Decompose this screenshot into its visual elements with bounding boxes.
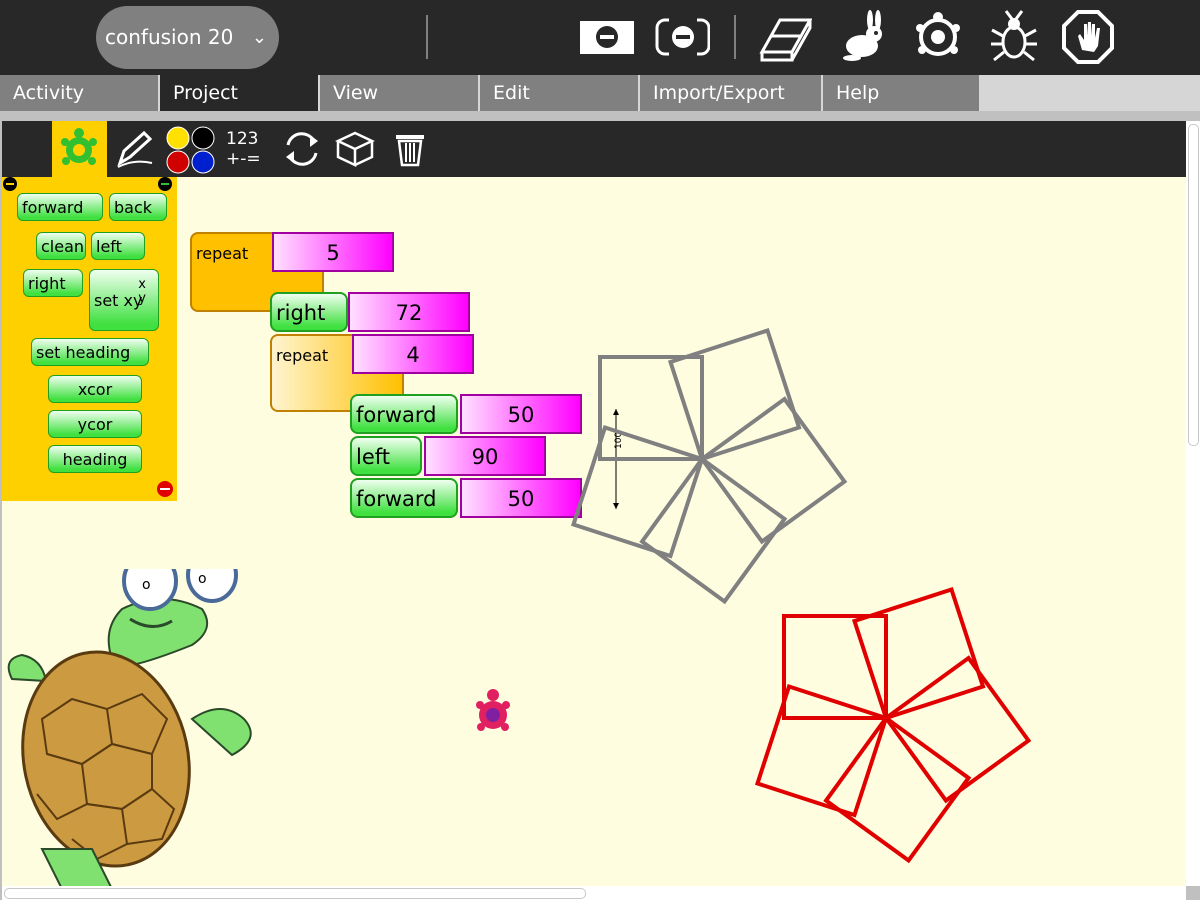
red-pinwheel-drawing xyxy=(754,586,1032,864)
drawn-square xyxy=(823,715,972,864)
tab-edit[interactable]: Edit xyxy=(480,75,640,111)
tab-activity[interactable]: Activity xyxy=(0,75,160,111)
hide-blocks-icon[interactable] xyxy=(654,8,711,66)
turtle-mascot-illustration: o o xyxy=(2,541,272,886)
tab-import-export[interactable]: Import/Export xyxy=(640,75,823,111)
toolbar-separator xyxy=(734,15,736,59)
turtle-sprite[interactable] xyxy=(474,687,512,739)
svg-text:o: o xyxy=(198,571,207,587)
activity-name-text: confusion 20 xyxy=(105,25,234,49)
drawn-square xyxy=(883,655,1032,804)
tab-view[interactable]: View xyxy=(320,75,480,111)
bug-debug-icon[interactable] xyxy=(986,8,1042,66)
drawn-square xyxy=(851,586,986,721)
svg-text:o: o xyxy=(142,577,151,593)
tab-help[interactable]: Help xyxy=(823,75,981,111)
drawn-square xyxy=(667,327,802,462)
drawn-square xyxy=(754,683,889,818)
chevron-down-icon[interactable]: ⌄ xyxy=(252,6,267,69)
vertical-scrollbar-thumb[interactable] xyxy=(1188,124,1199,446)
drawn-square xyxy=(570,424,705,559)
hide-palette-icon[interactable] xyxy=(578,8,634,66)
horizontal-scrollbar-thumb[interactable] xyxy=(4,888,586,899)
drawn-square xyxy=(699,396,848,545)
toolbar-separator xyxy=(426,15,428,59)
turtle-run-icon[interactable] xyxy=(910,8,966,66)
drawn-square xyxy=(639,456,788,605)
eraser-icon[interactable] xyxy=(756,8,813,66)
gray-pinwheel-drawing xyxy=(570,327,848,605)
tab-project[interactable]: Project xyxy=(160,75,320,111)
rabbit-run-icon[interactable] xyxy=(834,8,890,66)
stop-icon[interactable] xyxy=(1060,8,1116,66)
turtle-canvas[interactable]: 123 +-= forward back clean left right se… xyxy=(2,121,1186,886)
activity-name-field[interactable]: confusion 20 ⌄ xyxy=(96,6,279,69)
